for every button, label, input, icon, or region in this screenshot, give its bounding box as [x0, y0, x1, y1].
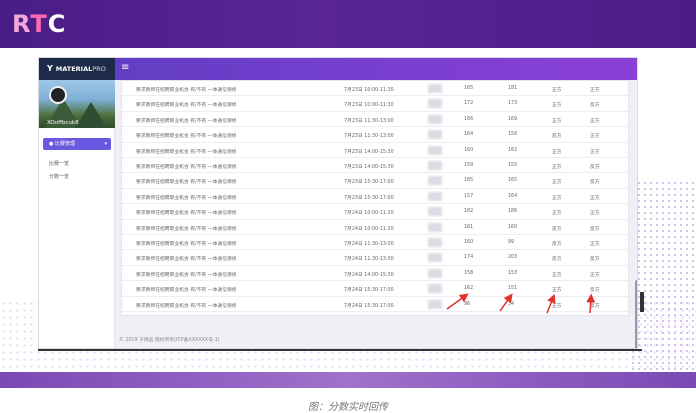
annotation-arrows: [446, 293, 596, 314]
arrow-2: [499, 293, 513, 312]
figure-caption: 图：分数实时回传: [308, 402, 388, 413]
screenshot-stage: RTC Y MATERIALPRO ≡ XOoffbcuk8 ● 比赛管理 ▾ 比…: [0, 0, 696, 413]
arrow-4: [586, 293, 596, 314]
arrow-3: [546, 293, 556, 314]
arrow-1: [446, 293, 469, 310]
